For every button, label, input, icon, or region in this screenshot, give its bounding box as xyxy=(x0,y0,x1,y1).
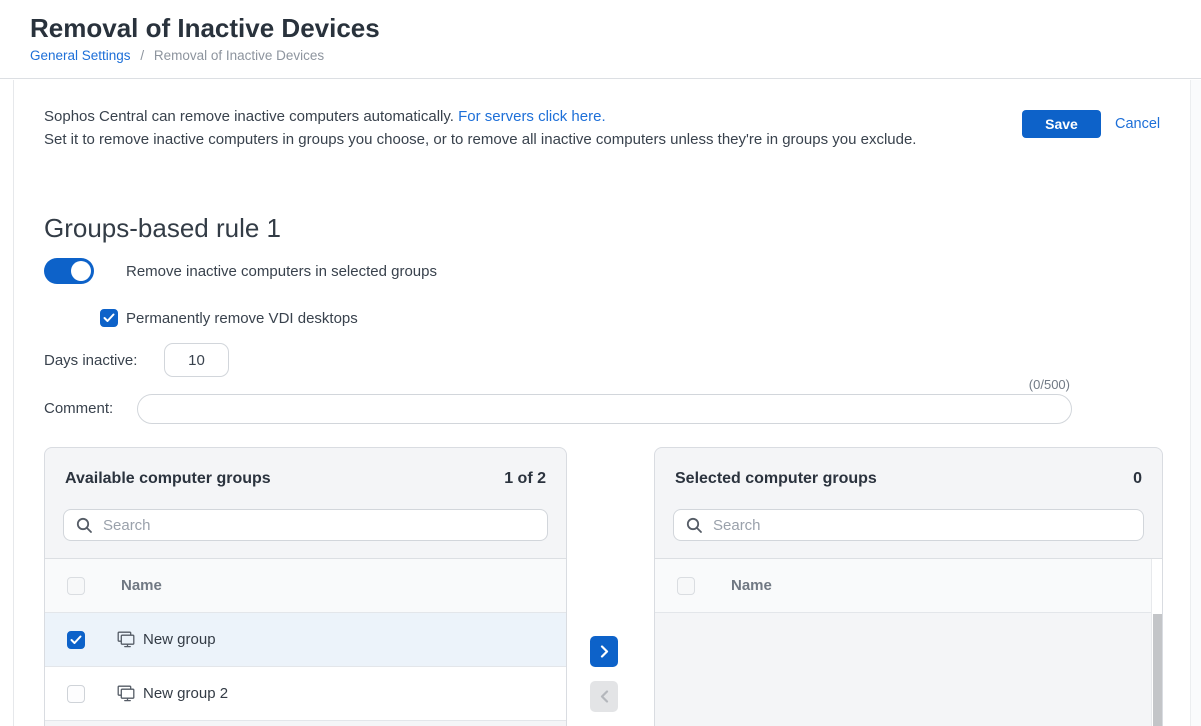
row-checkbox[interactable] xyxy=(67,631,85,649)
name-column-header: Name xyxy=(731,577,772,594)
comment-input[interactable] xyxy=(137,394,1072,424)
save-button[interactable]: Save xyxy=(1022,110,1101,138)
toggle-knob xyxy=(71,261,91,281)
selected-select-all-checkbox[interactable] xyxy=(677,577,695,595)
rule-heading: Groups-based rule 1 xyxy=(44,213,281,244)
breadcrumb-current: Removal of Inactive Devices xyxy=(154,48,324,63)
name-column-header: Name xyxy=(121,577,162,594)
days-inactive-label: Days inactive: xyxy=(44,352,137,369)
vdi-checkbox[interactable] xyxy=(100,309,118,327)
check-icon xyxy=(103,313,115,323)
selected-search-box xyxy=(673,509,1144,541)
page-title: Removal of Inactive Devices xyxy=(30,13,380,44)
row-checkbox[interactable] xyxy=(67,685,85,703)
days-inactive-input[interactable] xyxy=(164,343,229,377)
table-row[interactable]: New group 2 xyxy=(45,667,566,721)
available-groups-panel: Available computer groups 1 of 2 Name Ne… xyxy=(44,447,567,726)
comment-char-counter: (0/500) xyxy=(1014,377,1070,392)
removal-of-inactive-devices-page: Removal of Inactive Devices General Sett… xyxy=(0,0,1201,726)
breadcrumb-separator: / xyxy=(140,48,144,63)
selected-table-header: Name xyxy=(655,559,1162,613)
available-panel-count: 1 of 2 xyxy=(504,470,546,488)
chevron-left-icon xyxy=(600,690,609,703)
computer-group-icon xyxy=(117,631,135,648)
selected-groups-table: Name xyxy=(655,558,1162,726)
intro-text: Sophos Central can remove inactive compu… xyxy=(44,106,964,151)
page-header: Removal of Inactive Devices General Sett… xyxy=(0,0,1201,79)
selected-groups-panel: Selected computer groups 0 Name xyxy=(654,447,1163,726)
table-row[interactable]: New group xyxy=(45,613,566,667)
cancel-button[interactable]: Cancel xyxy=(1115,116,1160,132)
breadcrumb: General Settings / Removal of Inactive D… xyxy=(30,48,324,63)
move-right-button[interactable] xyxy=(590,636,618,667)
available-select-all-checkbox[interactable] xyxy=(67,577,85,595)
computer-group-icon xyxy=(117,685,135,702)
check-icon xyxy=(70,635,82,645)
scrollbar-thumb[interactable] xyxy=(1153,614,1162,726)
rule-toggle-label: Remove inactive computers in selected gr… xyxy=(126,263,437,280)
content-left-edge xyxy=(13,80,14,726)
vdi-checkbox-label: Permanently remove VDI desktops xyxy=(126,310,358,327)
move-left-button[interactable] xyxy=(590,681,618,712)
available-panel-title: Available computer groups xyxy=(65,470,271,488)
available-search-input[interactable] xyxy=(103,517,547,534)
comment-label: Comment: xyxy=(44,400,113,417)
available-groups-table: Name New group New group 2 xyxy=(45,558,566,726)
servers-link[interactable]: For servers click here. xyxy=(458,108,606,125)
selected-table-scrollbar[interactable] xyxy=(1151,559,1162,726)
rule-toggle[interactable] xyxy=(44,258,94,284)
group-name: New group xyxy=(143,631,216,648)
selected-panel-title: Selected computer groups xyxy=(675,470,877,488)
page-scrollbar-gutter[interactable] xyxy=(1190,80,1201,726)
selected-search-input[interactable] xyxy=(713,517,1143,534)
search-icon xyxy=(686,517,703,534)
breadcrumb-link-general-settings[interactable]: General Settings xyxy=(30,48,131,63)
intro-description: Set it to remove inactive computers in g… xyxy=(44,131,916,148)
available-search-box xyxy=(63,509,548,541)
intro-sentence: Sophos Central can remove inactive compu… xyxy=(44,108,454,125)
search-icon xyxy=(76,517,93,534)
available-table-header: Name xyxy=(45,559,566,613)
chevron-right-icon xyxy=(600,645,609,658)
selected-panel-count: 0 xyxy=(1133,470,1142,488)
group-name: New group 2 xyxy=(143,685,228,702)
